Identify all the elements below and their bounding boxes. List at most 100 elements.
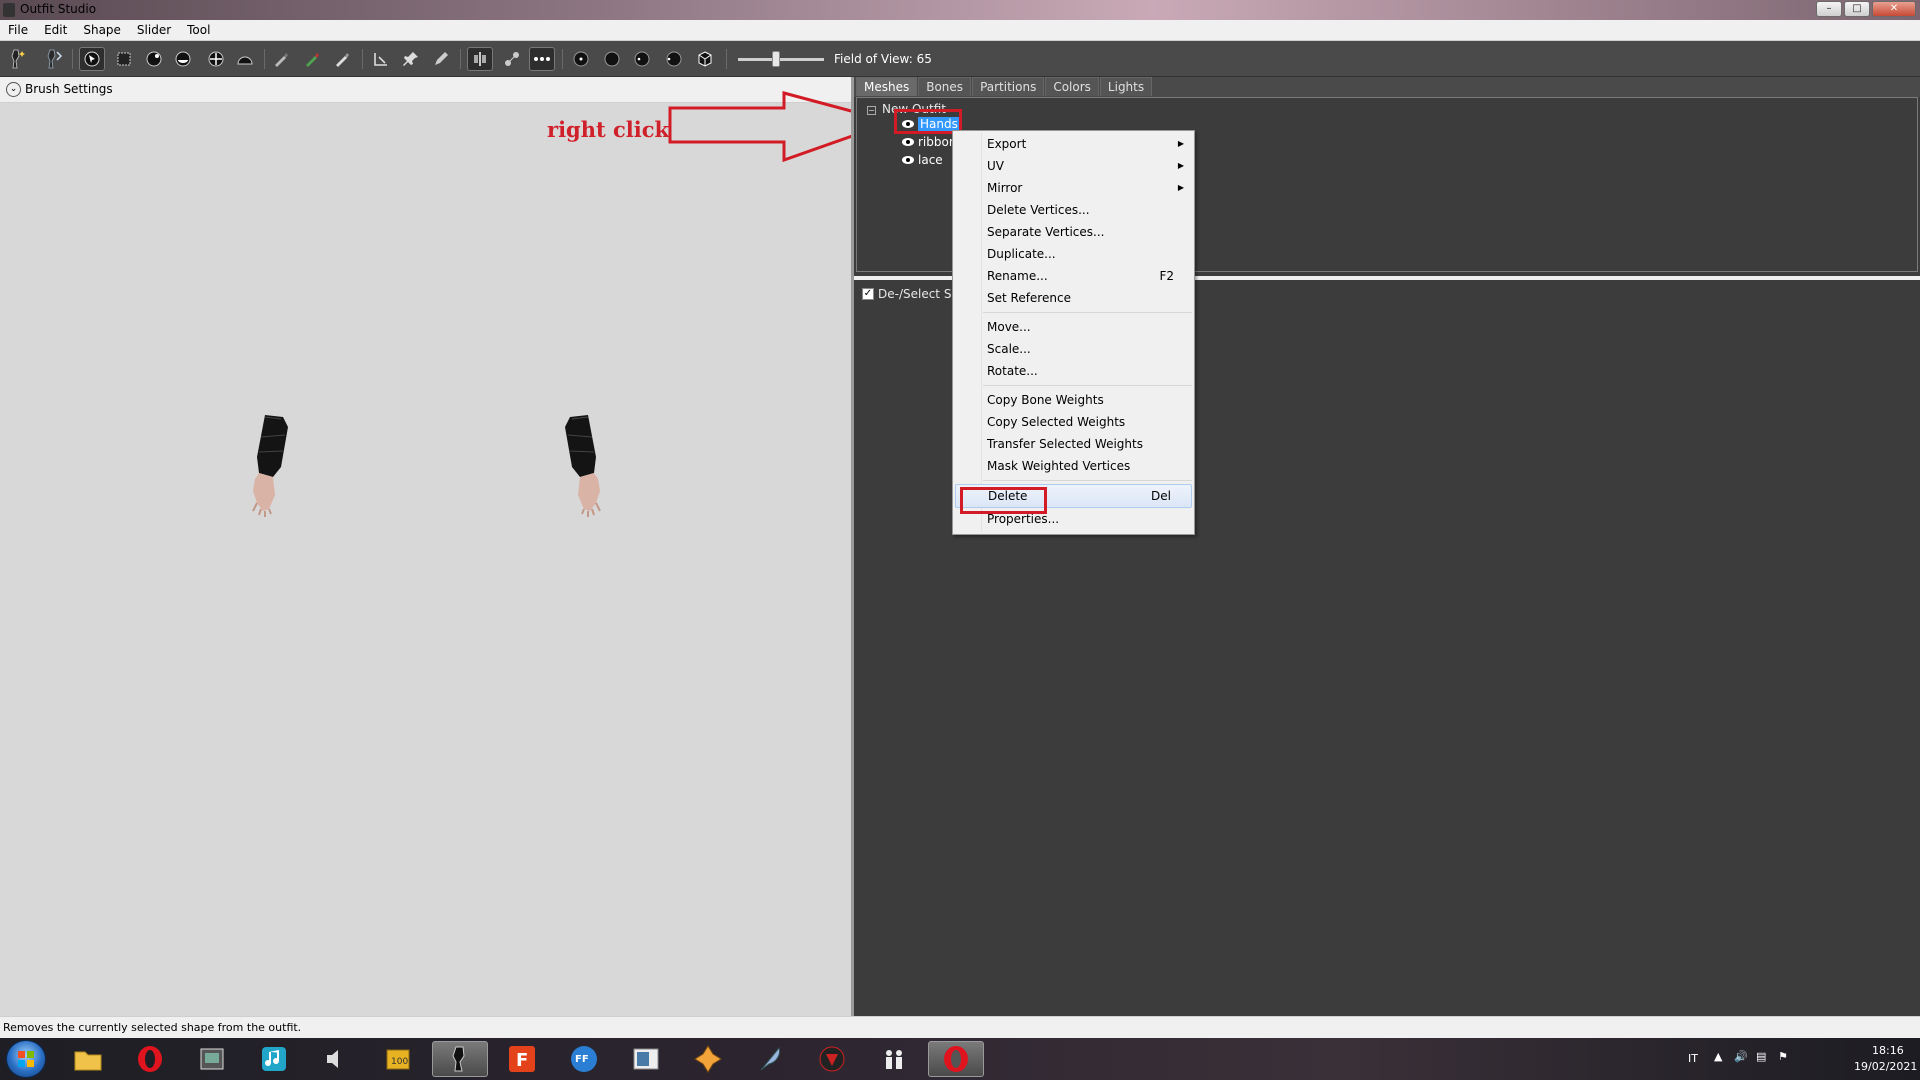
close-button[interactable]: ✕ [1872,1,1916,17]
menu-item-copy-selected-weights[interactable]: Copy Selected Weights [953,411,1194,433]
tab-colors[interactable]: Colors [1045,77,1099,96]
collision-icon[interactable] [368,47,394,71]
opera-icon[interactable] [122,1041,178,1077]
svg-text:FF: FF [575,1054,589,1065]
color-brush-icon[interactable] [299,47,325,71]
people-app-icon[interactable] [866,1041,922,1077]
chevron-up-icon[interactable]: ▲ [1714,1050,1722,1063]
clock-date[interactable]: 19/02/2021 [1854,1060,1917,1073]
field-of-view-thumb[interactable] [772,51,780,67]
flag-icon[interactable]: ⚑ [1778,1050,1788,1063]
tree-item-ribbon[interactable]: ribbon [901,134,956,150]
brush-size-small-icon[interactable] [568,47,594,71]
eye-icon[interactable] [901,155,915,165]
menu-item-set-reference[interactable]: Set Reference [953,287,1194,309]
submenu-arrow-icon: ▶ [1177,161,1184,170]
eye-icon[interactable] [901,137,915,147]
menu-item-delete-vertices[interactable]: Delete Vertices... [953,199,1194,221]
mask-brush-icon[interactable] [141,47,167,71]
tree-item-label: ribbon [918,135,957,149]
tab-lights[interactable]: Lights [1099,77,1153,96]
system-tray: IT ▲ 🔊 ▤ ⚑ 18:16 19/02/2021 [1680,1038,1920,1080]
tab-meshes[interactable]: Meshes [856,77,918,96]
wireframe-icon[interactable] [692,47,718,71]
start-button[interactable] [6,1040,46,1078]
field-of-view-slider[interactable] [738,51,824,67]
smooth-brush-icon[interactable] [232,47,258,71]
slider-select-all[interactable]: ✓ De-/Select Slic [862,287,965,301]
menu-item-export[interactable]: Export ▶ [953,133,1194,155]
foxit-reader-icon[interactable]: F [494,1041,550,1077]
tab-bones[interactable]: Bones [918,77,972,96]
submenu-arrow-icon: ▶ [1177,183,1184,192]
alpha-brush-icon[interactable] [329,47,355,71]
chevron-down-icon[interactable]: ⌄ [6,82,21,97]
taskbar: 100 F FF IT ▲ 🔊 ▤ ⚑ 18:16 19/02/2021 [0,1038,1920,1080]
audio-app-icon[interactable] [308,1041,364,1077]
menu-shape[interactable]: Shape [75,20,129,40]
pin-icon[interactable] [398,47,424,71]
submenu-arrow-icon: ▶ [1177,139,1184,148]
menu-item-copy-bone-weights[interactable]: Copy Bone Weights [953,389,1194,411]
connected-only-icon[interactable] [499,47,525,71]
tree-item-lace[interactable]: lace [901,152,943,168]
menu-item-scale[interactable]: Scale... [953,338,1194,360]
menu-file[interactable]: File [0,20,36,40]
opera-active-icon[interactable] [928,1041,984,1077]
menu-separator [983,480,1192,481]
menu-edit[interactable]: Edit [36,20,75,40]
brush-settings-label: Brush Settings [25,82,113,96]
menu-bar: File Edit Shape Slider Tool [0,20,1920,41]
volume-icon[interactable]: 🔊 [1734,1050,1748,1063]
music-player-icon[interactable] [246,1041,302,1077]
load-reference-icon[interactable] [4,47,30,71]
menu-item-mirror[interactable]: Mirror ▶ [953,177,1194,199]
tab-partitions[interactable]: Partitions [972,77,1045,96]
collapse-icon[interactable]: − [867,106,876,115]
game-app-icon[interactable] [680,1041,736,1077]
annotation-right-click-text: right click [547,117,670,142]
load-outfit-icon[interactable] [40,47,66,71]
checkbox[interactable]: ✓ [862,288,874,300]
image-viewer-icon[interactable] [618,1041,674,1077]
window-title: Outfit Studio [20,2,97,16]
feather-app-icon[interactable] [742,1041,798,1077]
ffdec-icon[interactable]: FF [556,1041,612,1077]
xray-icon[interactable] [529,47,555,71]
menu-item-transfer-selected-weights[interactable]: Transfer Selected Weights [953,433,1194,455]
language-indicator[interactable]: IT [1688,1052,1698,1065]
menu-item-separate-vertices[interactable]: Separate Vertices... [953,221,1194,243]
menu-item-uv[interactable]: UV ▶ [953,155,1194,177]
menu-item-duplicate[interactable]: Duplicate... [953,243,1194,265]
menu-tool[interactable]: Tool [179,20,218,40]
red-emblem-app-icon[interactable] [804,1041,860,1077]
minimize-button[interactable]: – [1816,1,1842,17]
weight-brush-icon[interactable] [268,47,294,71]
clock-time[interactable]: 18:16 [1872,1044,1904,1057]
brush-size-medium-icon[interactable] [599,47,625,71]
pen-icon[interactable] [428,47,454,71]
select-brush-icon[interactable] [79,47,105,71]
left-hand-mesh [252,415,288,517]
menu-item-mask-weighted-vertices[interactable]: Mask Weighted Vertices [953,455,1194,477]
mirror-icon[interactable] [467,47,493,71]
brush-size-large-icon[interactable] [629,47,655,71]
maximize-button[interactable]: □ [1844,1,1870,17]
brush-strength-icon[interactable] [661,47,687,71]
network-icon[interactable]: ▤ [1756,1050,1766,1063]
panel-tabs: Meshes Bones Partitions Colors Lights [854,77,1920,97]
inflate-brush-icon[interactable] [170,47,196,71]
menu-item-rotate[interactable]: Rotate... [953,360,1194,382]
media-center-icon[interactable] [184,1041,240,1077]
move-brush-icon[interactable] [203,47,229,71]
folder-app-icon[interactable]: 100 [370,1041,426,1077]
menu-item-rename[interactable]: Rename... F2 [953,265,1194,287]
file-explorer-icon[interactable] [60,1041,116,1077]
viewport-pane[interactable]: ⌄ Brush Settings [0,77,851,1016]
windows-logo-icon [18,1051,34,1067]
menu-item-move[interactable]: Move... [953,316,1194,338]
field-of-view-label: Field of View: 65 [834,52,932,66]
transform-icon[interactable] [111,47,137,71]
outfit-studio-taskbar-icon[interactable] [432,1041,488,1077]
menu-slider[interactable]: Slider [129,20,179,40]
